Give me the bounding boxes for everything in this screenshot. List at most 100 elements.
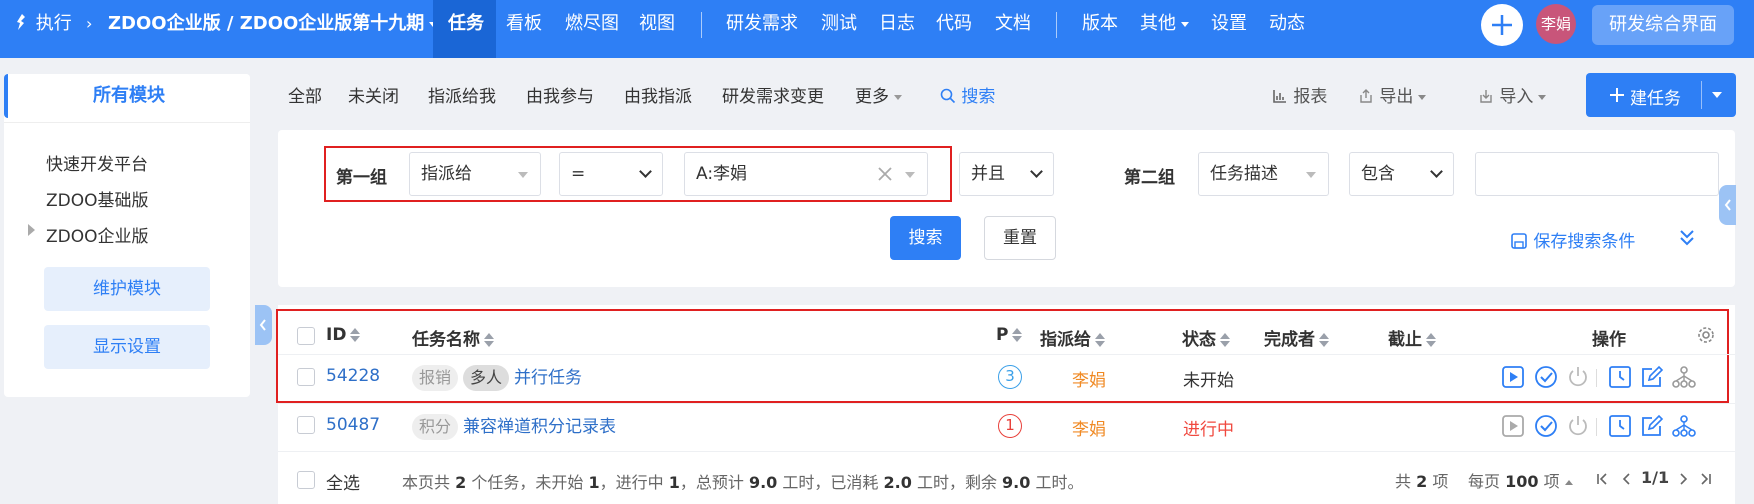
- prev-page-icon[interactable]: [1620, 472, 1634, 486]
- import-label: 导入: [1499, 87, 1534, 107]
- display-settings-button[interactable]: 显示设置: [44, 325, 210, 369]
- last-page-icon[interactable]: [1698, 472, 1712, 486]
- record-hours-icon[interactable]: [1608, 365, 1632, 389]
- filter-tab-assigned-by-me[interactable]: 由我指派: [624, 82, 692, 107]
- task-name-link[interactable]: 并行任务: [514, 368, 582, 388]
- close-task-icon[interactable]: [1566, 365, 1590, 389]
- chevron-double-down-icon[interactable]: [1678, 228, 1696, 248]
- avatar[interactable]: 李娟: [1536, 4, 1576, 44]
- maintain-modules-button[interactable]: 维护模块: [44, 267, 210, 311]
- report-button[interactable]: 报表: [1272, 82, 1327, 107]
- reset-button[interactable]: 重置: [984, 216, 1056, 260]
- nav-doc[interactable]: 文档: [995, 0, 1031, 48]
- group2-operator-select[interactable]: 包含: [1349, 152, 1454, 196]
- execute-menu[interactable]: 执行: [12, 0, 72, 48]
- col-finisher[interactable]: 完成者: [1264, 325, 1329, 350]
- start-icon[interactable]: [1501, 365, 1525, 389]
- nav-requirements[interactable]: 研发需求: [726, 0, 798, 48]
- expand-caret-icon[interactable]: [28, 224, 35, 236]
- nav-more[interactable]: 其他: [1140, 0, 1189, 48]
- col-name[interactable]: 任务名称: [412, 325, 494, 350]
- module-item-zdoo-enterprise[interactable]: ZDOO企业版: [46, 222, 149, 247]
- project-switcher[interactable]: ZDOO企业版 / ZDOO企业版第十九期: [108, 0, 438, 48]
- group1-field-select[interactable]: 指派给: [409, 152, 541, 196]
- sort-icon: [1012, 327, 1023, 343]
- group2-label: 第二组: [1124, 168, 1175, 188]
- group1-operator-value: =: [571, 164, 586, 184]
- task-id[interactable]: 50487: [326, 415, 380, 435]
- row-checkbox[interactable]: [297, 416, 315, 434]
- col-priority-label: P: [996, 325, 1009, 345]
- select-all-label[interactable]: 全选: [326, 469, 360, 494]
- subtask-icon[interactable]: [1672, 365, 1696, 389]
- nav-burndown[interactable]: 燃尽图: [565, 0, 619, 48]
- import-button[interactable]: 导入: [1478, 82, 1547, 107]
- caret-up-icon: [1564, 480, 1573, 485]
- panel-expand-toggle[interactable]: [1719, 185, 1736, 225]
- nav-version[interactable]: 版本: [1082, 0, 1118, 48]
- col-assigned[interactable]: 指派给: [1040, 325, 1105, 350]
- col-deadline[interactable]: 截止: [1388, 325, 1436, 350]
- col-id[interactable]: ID: [326, 325, 361, 345]
- group1-value-select[interactable]: A:李娟: [684, 152, 928, 196]
- filter-tab-unclosed[interactable]: 未关闭: [348, 82, 399, 107]
- nav-activity[interactable]: 动态: [1269, 0, 1305, 48]
- task-id[interactable]: 54228: [326, 366, 380, 386]
- record-hours-icon[interactable]: [1608, 414, 1632, 438]
- group1-operator-select[interactable]: =: [559, 152, 663, 196]
- all-modules-tab[interactable]: 所有模块: [4, 74, 250, 118]
- edit-icon[interactable]: [1640, 414, 1664, 438]
- nav-tasks[interactable]: 任务: [448, 0, 484, 48]
- first-page-icon[interactable]: [1596, 472, 1610, 486]
- task-name-link[interactable]: 兼容禅道积分记录表: [463, 417, 616, 437]
- tag-badge: 多人: [463, 365, 510, 391]
- nav-divider: [701, 12, 702, 38]
- workspace-button[interactable]: 研发综合界面: [1592, 5, 1734, 45]
- export-button[interactable]: 导出: [1358, 82, 1427, 107]
- save-search-condition[interactable]: 保存搜索条件: [1510, 227, 1635, 252]
- col-finisher-label: 完成者: [1264, 330, 1315, 350]
- nav-log[interactable]: 日志: [879, 0, 915, 48]
- logic-select[interactable]: 并且: [959, 152, 1054, 196]
- breadcrumb-arrow-icon: ›: [86, 14, 93, 33]
- group2-field-select[interactable]: 任务描述: [1198, 152, 1329, 196]
- create-task-button[interactable]: 建任务: [1586, 73, 1736, 117]
- filter-tab-all[interactable]: 全部: [288, 82, 322, 107]
- module-item-quick-dev[interactable]: 快速开发平台: [46, 150, 148, 175]
- finish-icon[interactable]: [1534, 414, 1558, 438]
- nav-kanban[interactable]: 看板: [506, 0, 542, 48]
- filter-tab-assigned-to-me[interactable]: 指派给我: [428, 82, 496, 107]
- edit-icon[interactable]: [1640, 365, 1664, 389]
- filter-tab-more[interactable]: 更多: [855, 82, 902, 107]
- create-task-dropdown-icon[interactable]: [1712, 92, 1722, 98]
- header-checkbox[interactable]: [297, 327, 315, 345]
- search-button[interactable]: 搜索: [890, 216, 961, 260]
- nav-test[interactable]: 测试: [821, 0, 857, 48]
- nav-code[interactable]: 代码: [936, 0, 972, 48]
- filter-tab-involved[interactable]: 由我参与: [526, 82, 594, 107]
- start-icon[interactable]: [1501, 414, 1525, 438]
- filter-tab-req-change[interactable]: 研发需求变更: [722, 82, 824, 107]
- nav-settings[interactable]: 设置: [1211, 0, 1247, 48]
- sort-icon: [1426, 332, 1436, 348]
- close-task-icon[interactable]: [1566, 414, 1590, 438]
- sort-icon: [350, 327, 361, 343]
- finish-icon[interactable]: [1534, 365, 1558, 389]
- add-button[interactable]: [1481, 4, 1523, 46]
- module-item-zdoo-basic[interactable]: ZDOO基础版: [46, 186, 149, 211]
- search-toggle[interactable]: 搜索: [940, 82, 995, 107]
- assigned-to[interactable]: 李娟: [1072, 415, 1106, 440]
- col-status[interactable]: 状态: [1182, 325, 1230, 350]
- page-size-select[interactable]: 每页 100 项: [1468, 468, 1573, 492]
- sidebar-collapse-toggle[interactable]: [255, 305, 272, 345]
- subtask-icon[interactable]: [1672, 414, 1696, 438]
- col-priority[interactable]: P: [996, 325, 1023, 345]
- assigned-to[interactable]: 李娟: [1072, 366, 1106, 391]
- select-all-checkbox[interactable]: [297, 471, 315, 489]
- clear-icon[interactable]: [877, 166, 893, 182]
- group2-value-input[interactable]: [1475, 152, 1719, 196]
- gear-icon[interactable]: [1696, 325, 1716, 345]
- next-page-icon[interactable]: [1676, 472, 1690, 486]
- nav-view[interactable]: 视图: [639, 0, 675, 48]
- row-checkbox[interactable]: [297, 368, 315, 386]
